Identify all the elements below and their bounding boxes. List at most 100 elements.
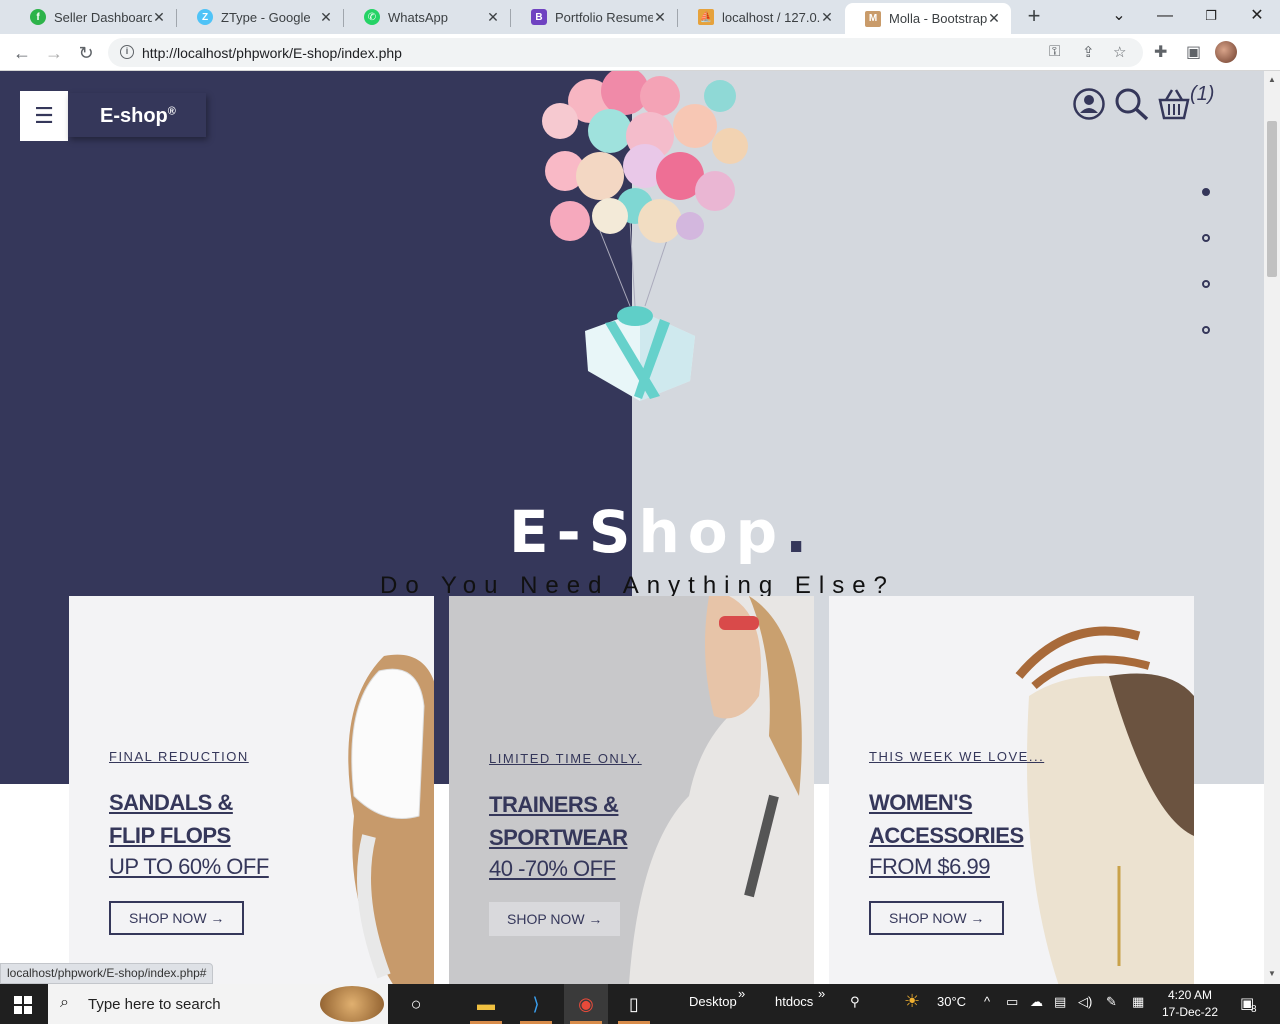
close-icon[interactable]: ✕ (653, 9, 667, 26)
vscode-icon[interactable]: ⟩ (514, 984, 558, 1024)
tab-strip: f Seller Dashboard ✕ Z ZType - Google ✕ … (0, 0, 1280, 34)
tab-title: ZType - Google (221, 9, 311, 25)
meet-icon[interactable]: ▭ (1006, 994, 1018, 1010)
htdocs-toolbar-label[interactable]: htdocs (775, 994, 813, 1009)
promo-offer: FROM $6.99 (869, 854, 990, 879)
search-placeholder: Type here to search (88, 996, 221, 1013)
vertical-scrollbar[interactable]: ▲ ▼ (1264, 71, 1280, 984)
address-bar[interactable]: i http://localhost/phpwork/E-shop/index.… (108, 38, 1143, 67)
logo-text: E-shop (100, 105, 168, 127)
scrollbar-thumb[interactable] (1267, 121, 1277, 277)
tab-molla[interactable]: M Molla - Bootstrap e ✕ (845, 3, 1011, 34)
scroll-up-icon[interactable]: ▲ (1268, 75, 1276, 84)
hero-title: E-Shop. (509, 498, 815, 566)
slider-dot[interactable] (1202, 188, 1210, 196)
forward-icon[interactable]: → (41, 40, 67, 66)
clock-date: 17-Dec-22 (1161, 1005, 1219, 1019)
whatsapp-icon: ✆ (364, 9, 380, 25)
chrome-icon[interactable]: ◉ (564, 984, 608, 1024)
bookmark-star-icon[interactable]: ☆ (1113, 43, 1126, 61)
hamburger-menu-button[interactable]: ☰ (20, 91, 68, 141)
network-icon[interactable]: ▤ (1054, 994, 1066, 1010)
notepad-icon[interactable]: ▯ (612, 984, 656, 1024)
shop-now-button[interactable]: SHOP NOW → (109, 901, 245, 935)
onedrive-icon[interactable]: ☁ (1030, 994, 1043, 1010)
chevron-up-icon[interactable]: ^ (984, 994, 990, 1009)
shop-now-button[interactable]: SHOP NOW → (869, 901, 1005, 935)
pen-icon[interactable]: ✎ (1106, 994, 1117, 1010)
close-window-button[interactable]: ✕ (1234, 0, 1280, 34)
promo-card-trainers[interactable]: LIMITED TIME ONLY. TRAINERS & SPORTWEAR … (449, 596, 814, 984)
promo-heading[interactable]: SANDALS & (109, 786, 233, 819)
promo-card-sandals[interactable]: FINAL REDUCTION SANDALS & FLIP FLOPS UP … (69, 596, 434, 984)
scroll-down-icon[interactable]: ▼ (1268, 969, 1276, 978)
people-icon[interactable]: ⚲ (850, 994, 860, 1010)
model-image (629, 596, 814, 984)
slider-dot[interactable] (1202, 326, 1210, 334)
notification-count: 8 (1251, 1004, 1257, 1015)
browser-toolbar: ← → ↻ i http://localhost/phpwork/E-shop/… (0, 34, 1280, 71)
close-icon[interactable]: ✕ (152, 9, 166, 26)
slider-pagination (1202, 188, 1210, 372)
minimize-button[interactable]: — (1142, 0, 1188, 34)
chevron-right-icon[interactable]: » (818, 986, 825, 1001)
share-icon[interactable]: ⇪ (1082, 43, 1095, 61)
promo-heading[interactable]: FLIP FLOPS (109, 819, 231, 852)
ztype-icon: Z (197, 9, 213, 25)
restore-button[interactable]: ❐ (1188, 0, 1234, 34)
close-icon[interactable]: ✕ (319, 9, 333, 26)
site-logo[interactable]: E-shop® (100, 105, 176, 128)
system-clock[interactable]: 4:20 AM 17-Dec-22 (1160, 987, 1220, 1021)
shop-now-button[interactable]: SHOP NOW → (489, 902, 621, 936)
taskbar-search-box[interactable]: ⌕ Type here to search (48, 984, 388, 1024)
close-icon[interactable]: ✕ (820, 9, 834, 26)
hero-title-dot: . (785, 498, 816, 566)
clock-time: 4:20 AM (1167, 988, 1213, 1002)
tab-seller-dashboard[interactable]: f Seller Dashboard ✕ (10, 3, 176, 31)
tab-phpmyadmin[interactable]: ⛵ localhost / 127.0.0. ✕ (678, 3, 844, 31)
side-panel-icon[interactable]: ▣ (1186, 42, 1201, 62)
page-viewport: ☰ E-shop® (1) E-Shop. Do You Need Anythi… (0, 71, 1264, 984)
promo-heading[interactable]: ACCESSORIES (869, 819, 1024, 852)
url-text[interactable]: http://localhost/phpwork/E-shop/index.ph… (142, 45, 402, 61)
close-icon[interactable]: ✕ (987, 10, 1001, 27)
desktop-toolbar-label[interactable]: Desktop (689, 994, 737, 1009)
windows-start-icon[interactable] (14, 996, 32, 1014)
search-icon[interactable] (1114, 87, 1150, 121)
site-info-icon[interactable]: i (120, 45, 134, 59)
extensions-icon[interactable]: ✚ (1154, 42, 1167, 62)
tab-ztype[interactable]: Z ZType - Google ✕ (177, 3, 343, 31)
tab-title: WhatsApp (388, 9, 448, 25)
volume-icon[interactable]: ◁) (1078, 994, 1092, 1010)
balloons-gift-illustration (542, 71, 748, 401)
weather-icon[interactable]: ☀ (904, 991, 920, 1012)
temperature-text[interactable]: 30°C (937, 994, 966, 1009)
keyboard-icon[interactable]: ▦ (1132, 994, 1144, 1010)
promo-heading[interactable]: TRAINERS & (489, 788, 619, 821)
promo-card-accessories[interactable]: THIS WEEK WE LOVE... WOMEN'S ACCESSORIES… (829, 596, 1194, 984)
tab-search-icon[interactable]: ⌄ (1096, 0, 1142, 34)
reload-icon[interactable]: ↻ (73, 40, 99, 66)
promo-kicker: THIS WEEK WE LOVE... (869, 749, 1045, 764)
tab-whatsapp[interactable]: ✆ WhatsApp ✕ (344, 3, 510, 31)
user-account-icon[interactable] (1072, 87, 1106, 121)
slider-dot[interactable] (1202, 234, 1210, 242)
promo-heading[interactable]: WOMEN'S (869, 786, 973, 819)
tab-portfolio[interactable]: B Portfolio Resume - ✕ (511, 3, 677, 31)
close-icon[interactable]: ✕ (486, 9, 500, 26)
slider-dot[interactable] (1202, 280, 1210, 288)
chevron-right-icon[interactable]: » (738, 986, 745, 1001)
link-status-tooltip: localhost/phpwork/E-shop/index.php# (0, 963, 214, 984)
back-icon[interactable]: ← (9, 40, 35, 66)
new-tab-button[interactable]: + (1022, 5, 1046, 29)
task-view-icon[interactable]: ○ (394, 984, 438, 1024)
profile-avatar[interactable] (1215, 41, 1237, 63)
key-icon[interactable]: ⚿ (1049, 43, 1060, 60)
shopping-basket-icon[interactable] (1157, 87, 1191, 121)
promo-kicker: FINAL REDUCTION (109, 749, 249, 764)
registered-mark: ® (167, 105, 176, 118)
cart-count-badge[interactable]: (1) (1190, 83, 1214, 106)
promo-heading[interactable]: SPORTWEAR (489, 821, 628, 854)
logo-box[interactable]: E-shop® (68, 93, 206, 137)
file-explorer-icon[interactable]: ▬ (464, 984, 508, 1024)
